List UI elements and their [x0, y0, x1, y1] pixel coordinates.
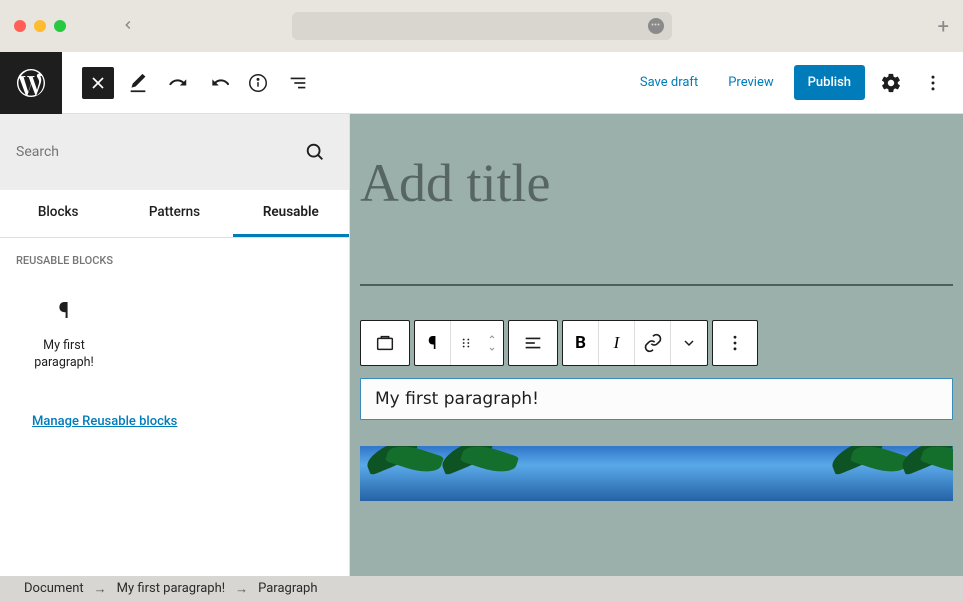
preview-button[interactable]: Preview [718, 67, 783, 98]
breadcrumb: Document → My first paragraph! → Paragra… [0, 576, 963, 601]
address-bar[interactable]: ••• [292, 12, 672, 40]
close-window-button[interactable] [14, 20, 26, 32]
inserter-tabs: Blocks Patterns Reusable [0, 190, 349, 238]
toggle-inserter-button[interactable] [82, 67, 114, 99]
editor-canvas: Add title ¶ [350, 114, 963, 576]
tab-reusable[interactable]: Reusable [233, 190, 349, 237]
align-button[interactable] [509, 321, 557, 365]
paragraph-block[interactable]: My first paragraph! [360, 378, 953, 420]
browser-chrome: ••• + [0, 0, 963, 52]
settings-button[interactable] [875, 67, 907, 99]
browser-back-button[interactable] [121, 17, 135, 36]
search-icon[interactable] [297, 134, 333, 170]
editor-toolbar: Save draft Preview Publish [0, 52, 963, 114]
block-toolbar: ¶ B I [360, 320, 953, 366]
wordpress-logo[interactable] [0, 52, 62, 114]
breadcrumb-document[interactable]: Document [24, 581, 84, 596]
new-tab-button[interactable]: + [938, 14, 949, 38]
list-view-button[interactable] [282, 67, 314, 99]
tab-blocks[interactable]: Blocks [0, 190, 116, 237]
maximize-window-button[interactable] [54, 20, 66, 32]
main-area: Blocks Patterns Reusable REUSABLE BLOCKS… [0, 114, 963, 576]
window-controls [14, 20, 66, 32]
block-grid: ¶ My first paragraph! [0, 279, 349, 392]
info-button[interactable] [242, 67, 274, 99]
reusable-heading: REUSABLE BLOCKS [0, 238, 349, 279]
toolbar-right: Save draft Preview Publish [630, 65, 963, 100]
tab-patterns[interactable]: Patterns [116, 190, 232, 237]
bold-button[interactable]: B [563, 321, 599, 365]
more-options-button[interactable] [917, 67, 949, 99]
more-format-button[interactable] [671, 321, 707, 365]
save-draft-button[interactable]: Save draft [630, 67, 708, 98]
edit-mode-button[interactable] [122, 67, 154, 99]
undo-button[interactable] [162, 67, 194, 99]
block-more-button[interactable] [713, 321, 757, 365]
link-button[interactable] [635, 321, 671, 365]
pilcrow-icon: ¶ [428, 333, 437, 354]
reader-mode-icon[interactable]: ••• [648, 18, 664, 34]
paragraph-icon: ¶ [16, 299, 112, 324]
publish-button[interactable]: Publish [794, 65, 865, 100]
reusable-block-item[interactable]: ¶ My first paragraph! [10, 283, 118, 388]
post-title[interactable]: Add title [360, 114, 953, 228]
redo-button[interactable] [202, 67, 234, 99]
breadcrumb-separator: → [235, 581, 248, 597]
breadcrumb-paragraph[interactable]: Paragraph [258, 581, 317, 596]
manage-reusable-link[interactable]: Manage Reusable blocks [0, 392, 349, 451]
breadcrumb-separator: → [94, 581, 107, 597]
reusable-block-label: My first paragraph! [16, 338, 112, 372]
block-inserter-panel: Blocks Patterns Reusable REUSABLE BLOCKS… [0, 114, 350, 576]
chevron-down-icon [486, 345, 498, 353]
italic-button[interactable]: I [599, 321, 635, 365]
drag-handle[interactable] [451, 321, 481, 365]
search-input[interactable] [16, 130, 297, 174]
block-type-button[interactable]: ¶ [415, 321, 451, 365]
featured-image[interactable] [360, 446, 953, 501]
breadcrumb-reusable[interactable]: My first paragraph! [117, 581, 225, 596]
chevron-up-icon [486, 333, 498, 341]
move-block-buttons[interactable] [481, 321, 503, 365]
select-parent-button[interactable] [361, 321, 409, 365]
toolbar-left [62, 67, 314, 99]
minimize-window-button[interactable] [34, 20, 46, 32]
search-row [0, 114, 349, 190]
title-separator [360, 284, 953, 286]
